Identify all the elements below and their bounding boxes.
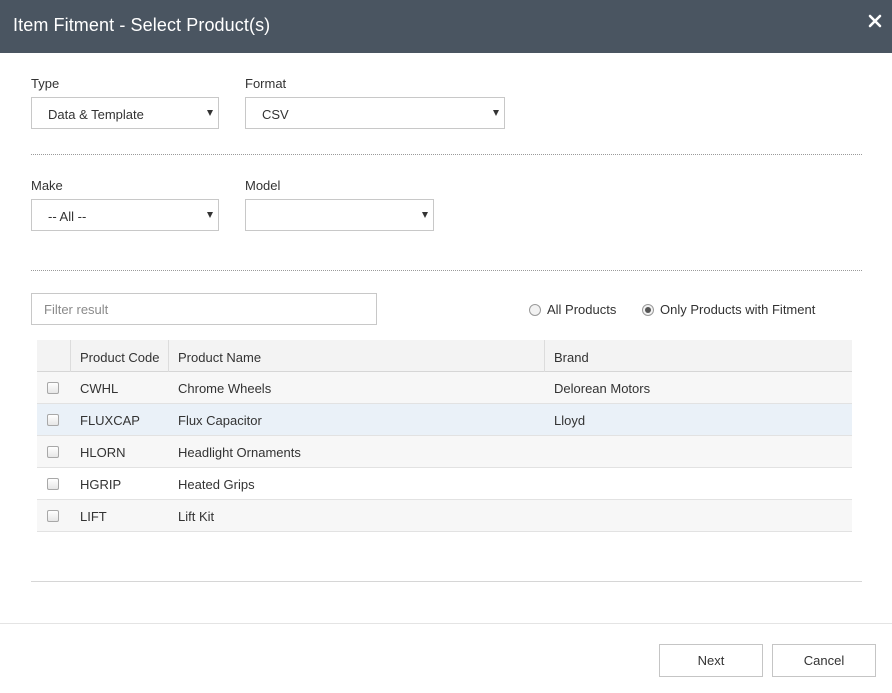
row-checkbox[interactable] [47,414,59,426]
next-button[interactable]: Next [659,644,763,677]
model-select[interactable] [245,199,434,231]
dialog-title: Item Fitment - Select Product(s) [13,15,271,35]
column-divider [544,340,545,372]
cell-product-code: CWHL [80,381,119,396]
cell-product-code: FLUXCAP [80,413,140,428]
chevron-down-icon [207,110,213,116]
column-divider [168,340,169,372]
table-row[interactable]: FLUXCAP Flux Capacitor Lloyd [37,404,852,436]
format-label: Format [245,76,287,91]
make-label: Make [31,178,63,193]
column-divider [70,340,71,372]
type-select-value: Data & Template [48,107,144,122]
cell-product-code: HGRIP [80,477,122,492]
section-divider [31,270,862,271]
radio-label: All Products [547,302,617,317]
dialog-titlebar: Item Fitment - Select Product(s) [0,0,892,53]
cell-product-name: Heated Grips [178,477,255,492]
cell-brand: Delorean Motors [554,381,651,396]
table-row[interactable]: LIFT Lift Kit [37,500,852,532]
footer-divider [0,623,892,624]
cell-product-name: Lift Kit [178,509,215,524]
chevron-down-icon [422,212,428,218]
row-checkbox[interactable] [47,478,59,490]
filter-input[interactable] [31,293,377,325]
model-label: Model [245,178,281,193]
cell-product-name: Headlight Ornaments [178,445,301,460]
type-label: Type [31,76,60,91]
cell-product-name: Chrome Wheels [178,381,272,396]
format-select-value: CSV [262,107,289,122]
type-select[interactable]: Data & Template [31,97,219,129]
cell-brand: Lloyd [554,413,586,428]
cell-product-code: HLORN [80,445,126,460]
section-divider [31,581,862,582]
column-header-brand[interactable]: Brand [554,350,589,365]
table-row[interactable]: HLORN Headlight Ornaments [37,436,852,468]
radio-only-with-fitment[interactable]: Only Products with Fitment [642,302,815,317]
chevron-down-icon [207,212,213,218]
cell-product-code: LIFT [80,509,107,524]
radio-label: Only Products with Fitment [660,302,816,317]
chevron-down-icon [493,110,499,116]
radio-button[interactable] [529,303,541,316]
table-row[interactable]: CWHL Chrome Wheels Delorean Motors [37,372,852,404]
column-header-product-code[interactable]: Product Code [80,350,160,365]
column-header-product-name[interactable]: Product Name [178,350,261,365]
cancel-button[interactable]: Cancel [772,644,876,677]
radio-button[interactable] [642,303,654,316]
make-select[interactable]: -- All -- [31,199,219,231]
close-icon[interactable] [868,14,882,28]
radio-all-products[interactable]: All Products [529,302,616,317]
make-select-value: -- All -- [48,209,87,224]
table-header: Product Code Product Name Brand [37,340,852,372]
section-divider [31,154,862,155]
table-row[interactable]: HGRIP Heated Grips [37,468,852,500]
row-checkbox[interactable] [47,510,59,522]
format-select[interactable]: CSV [245,97,505,129]
row-checkbox[interactable] [47,382,59,394]
cell-product-name: Flux Capacitor [178,413,262,428]
product-table: Product Code Product Name Brand CWHL Chr… [37,340,852,532]
row-checkbox[interactable] [47,446,59,458]
